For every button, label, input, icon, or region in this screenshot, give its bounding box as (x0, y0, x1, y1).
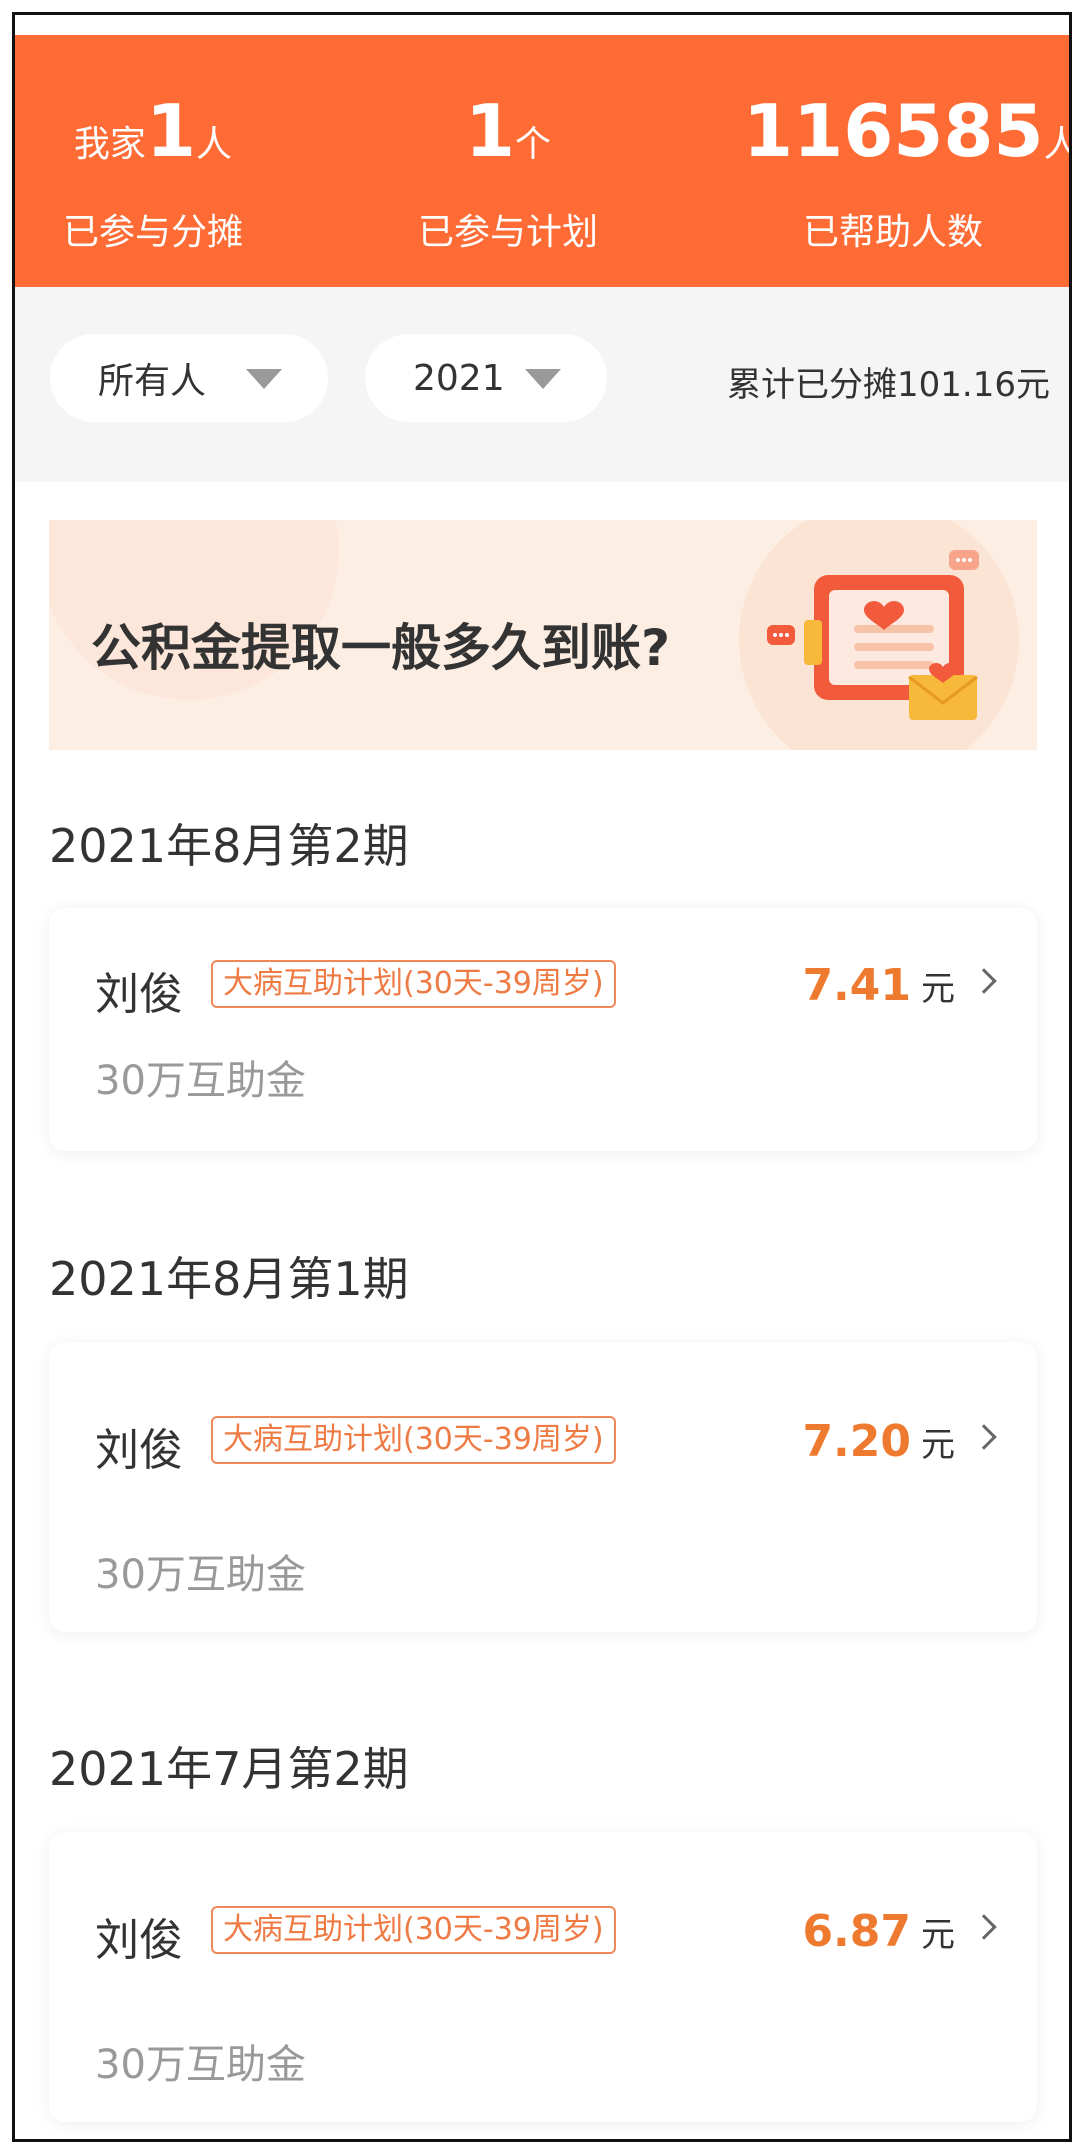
stat-helped-value: 116585人 (743, 95, 1069, 167)
contribution-card[interactable]: 刘俊 大病互助计划(30天-39周岁) 6.87 元 30万互助金 (49, 1832, 1037, 2122)
coverage-amount: 30万互助金 (95, 2042, 306, 2088)
stat-helped-suffix: 人 (1044, 124, 1069, 165)
stat-helped-label: 已帮助人数 (802, 212, 983, 253)
stat-plans-label: 已参与计划 (417, 212, 598, 253)
banner-title: 公积金提取一般多久到账? (91, 619, 671, 677)
plan-tag: 大病互助计划(30天-39周岁) (211, 960, 616, 1008)
amount-unit: 元 (921, 1425, 955, 1465)
dropdown-triangle-icon (525, 369, 561, 389)
amount-unit: 元 (921, 969, 955, 1009)
person-filter-dropdown[interactable]: 所有人 (50, 334, 328, 422)
coverage-amount: 30万互助金 (95, 1552, 306, 1598)
plan-tag: 大病互助计划(30天-39周岁) (211, 1906, 616, 1954)
year-filter-dropdown[interactable]: 2021 (365, 334, 607, 422)
stats-header: 我家1人 已参与分摊 1个 已参与计划 116585人 已帮助人数 (15, 35, 1069, 287)
app-frame: 我家1人 已参与分摊 1个 已参与计划 116585人 已帮助人数 所有人 20… (12, 12, 1072, 2142)
chevron-right-icon (971, 1424, 997, 1450)
member-name: 刘俊 (95, 969, 183, 1020)
chevron-right-icon (971, 1914, 997, 1940)
stat-plans-suffix: 个 (515, 124, 552, 165)
member-name: 刘俊 (95, 1915, 183, 1966)
stat-family-prefix: 我家 (73, 124, 146, 165)
coverage-amount: 30万互助金 (95, 1058, 306, 1104)
total-shared-amount: 累计已分摊101.16元 (727, 365, 1050, 405)
person-filter-label: 所有人 (98, 361, 207, 402)
chevron-right-icon (971, 968, 997, 994)
document-heart-envelope-icon (767, 550, 979, 720)
promo-banner[interactable]: 公积金提取一般多久到账? (49, 520, 1037, 750)
stat-plans: 1个 已参与计划 (388, 35, 628, 287)
year-filter-label: 2021 (413, 357, 505, 399)
stat-plans-number: 1 (464, 89, 516, 173)
card-amount: 6.87 元 (802, 1906, 955, 1957)
amount-unit: 元 (921, 1915, 955, 1955)
stat-family-label: 已参与分摊 (62, 212, 243, 253)
stat-helped: 116585人 已帮助人数 (743, 35, 1069, 287)
period-title: 2021年8月第2期 (49, 819, 409, 873)
amount-value: 6.87 (802, 1906, 911, 1957)
card-amount: 7.20 元 (802, 1416, 955, 1467)
amount-value: 7.41 (802, 960, 911, 1011)
contribution-card[interactable]: 刘俊 大病互助计划(30天-39周岁) 7.20 元 30万互助金 (49, 1342, 1037, 1632)
stat-helped-number: 116585 (743, 89, 1044, 173)
member-name: 刘俊 (95, 1425, 183, 1476)
stat-family-suffix: 人 (196, 124, 233, 165)
amount-value: 7.20 (802, 1416, 911, 1467)
stat-family-number: 1 (145, 89, 197, 173)
filter-bar: 所有人 2021 累计已分摊101.16元 (15, 287, 1069, 482)
period-title: 2021年8月第1期 (49, 1252, 409, 1306)
period-title: 2021年7月第2期 (49, 1742, 409, 1796)
stat-plans-value: 1个 (388, 95, 628, 167)
card-amount: 7.41 元 (802, 960, 955, 1011)
stat-family-value: 我家1人 (43, 95, 263, 167)
dropdown-triangle-icon (246, 369, 282, 389)
plan-tag: 大病互助计划(30天-39周岁) (211, 1416, 616, 1464)
contribution-card[interactable]: 刘俊 大病互助计划(30天-39周岁) 7.41 元 30万互助金 (49, 908, 1037, 1151)
stat-family: 我家1人 已参与分摊 (43, 35, 263, 287)
